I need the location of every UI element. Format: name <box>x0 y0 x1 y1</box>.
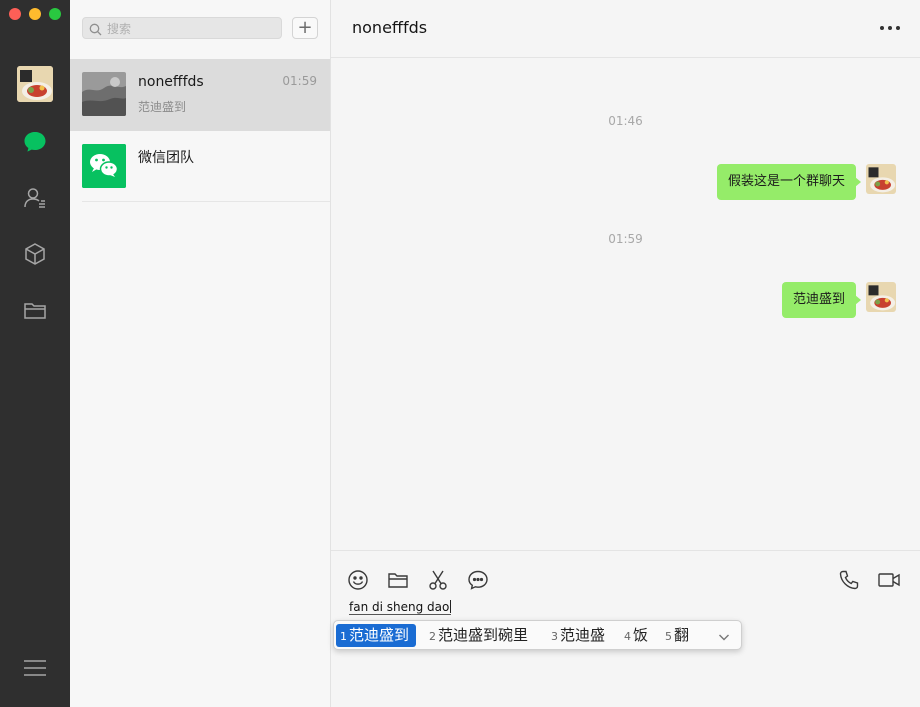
wechat-logo-icon <box>82 144 126 188</box>
ime-candidate-popup: 1 范迪盛到 2 范迪盛到碗里 3 范迪盛 4饭 5翻 <box>333 620 742 650</box>
emoji-icon[interactable] <box>346 569 370 591</box>
phone-icon[interactable] <box>837 569 861 591</box>
message-bubble[interactable]: 范迪盛到 <box>781 282 862 318</box>
chat-header: nonefffds <box>331 0 920 58</box>
ime-candidate-3[interactable]: 3 范迪盛 <box>551 624 605 647</box>
search-input[interactable]: 搜索 <box>82 17 282 39</box>
chat-panel: nonefffds 01:46 假装这是一个群聊天 01:59 范迪盛到 fan… <box>331 0 920 707</box>
files-icon[interactable] <box>20 295 50 325</box>
chevron-down-icon[interactable] <box>717 629 731 643</box>
zoom-window-button[interactable] <box>49 8 61 20</box>
search-icon <box>89 21 102 40</box>
contacts-icon[interactable] <box>20 183 50 213</box>
minimize-window-button[interactable] <box>29 8 41 20</box>
user-avatar[interactable] <box>17 66 53 102</box>
ime-candidate-2[interactable]: 2 范迪盛到碗里 <box>429 624 528 647</box>
chat-icon[interactable] <box>20 127 50 157</box>
search-placeholder: 搜索 <box>107 22 132 36</box>
menu-icon[interactable] <box>20 653 50 683</box>
more-options-icon[interactable] <box>878 18 902 38</box>
conversation-item-wechat-team[interactable]: 微信团队 <box>70 131 330 203</box>
folder-icon[interactable] <box>386 569 410 591</box>
message-input-text[interactable]: fan di sheng dao <box>349 600 452 615</box>
conversation-name: nonefffds <box>138 74 204 90</box>
scissors-icon[interactable] <box>426 569 450 591</box>
ime-candidate-5[interactable]: 5翻 <box>665 624 689 647</box>
app-sidebar <box>0 0 70 707</box>
conversation-name: 微信团队 <box>138 150 194 166</box>
conversation-divider <box>82 201 330 202</box>
conversation-avatar <box>82 72 126 116</box>
conversation-item-nonefffds[interactable]: nonefffds 范迪盛到 01:59 <box>70 59 330 131</box>
conversation-time: 01:59 <box>282 74 317 88</box>
message-timestamp: 01:59 <box>608 232 643 246</box>
video-icon[interactable] <box>877 569 901 591</box>
favorites-icon[interactable] <box>20 239 50 269</box>
message-avatar[interactable] <box>866 282 896 312</box>
add-chat-button[interactable]: + <box>292 17 318 39</box>
chat-title: nonefffds <box>352 18 428 37</box>
conversation-list-panel: 搜索 + nonefffds 范迪盛到 01:59 微信团队 <box>70 0 331 707</box>
chat-bubble-icon[interactable] <box>466 569 490 591</box>
conversation-preview: 范迪盛到 <box>138 100 187 114</box>
ime-candidate-1[interactable]: 1 范迪盛到 <box>336 624 417 647</box>
message-bubble[interactable]: 假装这是一个群聊天 <box>716 164 862 200</box>
close-window-button[interactable] <box>9 8 21 20</box>
ime-candidate-4[interactable]: 4饭 <box>624 624 648 647</box>
text-caret <box>450 600 452 613</box>
message-avatar[interactable] <box>866 164 896 194</box>
message-timestamp: 01:46 <box>608 114 643 128</box>
